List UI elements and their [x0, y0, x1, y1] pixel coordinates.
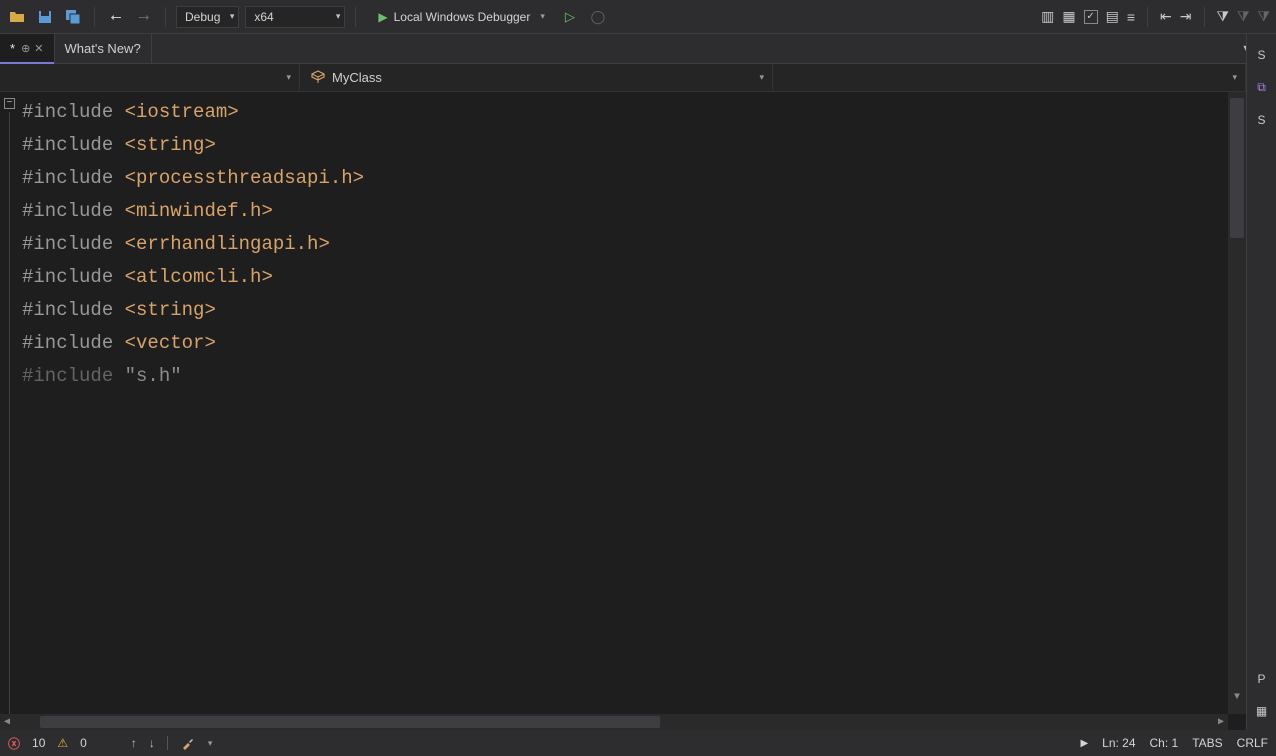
side-rail-item-1[interactable]: S: [1257, 113, 1265, 127]
horizontal-scroll-thumb[interactable]: [40, 716, 660, 728]
fold-collapse-icon[interactable]: −: [4, 98, 15, 109]
scroll-indicator-icon[interactable]: ▶: [1080, 738, 1088, 749]
bookmark-icon[interactable]: ⧩: [1217, 8, 1230, 25]
project-scope-dropdown[interactable]: [0, 64, 300, 91]
solution-config-dropdown[interactable]: Debug: [176, 6, 239, 28]
status-bar: ⓧ 10 ⚠ 0 ↑ ↓ ▾ ▶ Ln: 24 Ch: 1 TABS CRLF: [0, 730, 1276, 756]
save-icon[interactable]: [34, 6, 56, 28]
save-all-icon[interactable]: [62, 6, 84, 28]
code-line[interactable]: #include <vector>: [22, 327, 1246, 360]
error-count[interactable]: 10: [32, 736, 45, 750]
cleanup-chevron-icon[interactable]: ▾: [208, 738, 213, 749]
close-icon[interactable]: ✕: [34, 42, 43, 55]
code-line[interactable]: #include <errhandlingapi.h>: [22, 228, 1246, 261]
document-tab-bar: * ⊕ ✕ What's New? ▾ ⚙: [0, 34, 1276, 64]
warning-count[interactable]: 0: [80, 736, 87, 750]
toolbar-right-group: ▥ ▦ ✓ ▤ ≡ ⇤ ⇥ ⧩ ⧩ ⧩: [1041, 7, 1270, 27]
whats-new-label: What's New?: [65, 41, 141, 56]
code-lines: #include <iostream>#include <string>#inc…: [0, 96, 1246, 393]
chevron-down-icon: ▾: [540, 11, 545, 22]
bookmark-prev-icon[interactable]: ⧩: [1237, 8, 1250, 25]
play-icon: ▶: [378, 10, 387, 24]
code-line[interactable]: #include <iostream>: [22, 96, 1246, 129]
debugger-label: Local Windows Debugger: [394, 10, 531, 24]
open-file-icon[interactable]: [6, 6, 28, 28]
side-rail: S ⧉ S P ▦: [1246, 34, 1276, 730]
side-rail-item-0[interactable]: S: [1257, 48, 1265, 62]
indent-icon[interactable]: ≡: [1127, 9, 1135, 25]
solution-config-value: Debug: [185, 10, 220, 24]
code-editor[interactable]: − #include <iostream>#include <string>#i…: [0, 92, 1246, 730]
class-icon: [310, 70, 326, 86]
nav-down-icon[interactable]: ↓: [149, 736, 155, 750]
whats-new-tab[interactable]: What's New?: [55, 34, 152, 63]
folding-gutter: −: [0, 92, 18, 730]
outdent-icon[interactable]: ⇤: [1160, 8, 1172, 25]
nav-up-icon[interactable]: ↑: [131, 736, 137, 750]
side-rail-item-2[interactable]: P: [1257, 672, 1265, 686]
layout-icon[interactable]: ▦: [1062, 8, 1075, 25]
member-scope-dropdown[interactable]: [773, 64, 1246, 91]
toolbox-icon[interactable]: ▥: [1041, 8, 1054, 25]
start-debugging-button[interactable]: ▶ Local Windows Debugger ▾: [366, 6, 553, 28]
main-toolbar: ⭠ ⭢ Debug x64 ▶ Local Windows Debugger ▾…: [0, 0, 1276, 34]
horizontal-scrollbar[interactable]: ◀ ▶: [0, 714, 1228, 730]
code-line[interactable]: #include <string>: [22, 129, 1246, 162]
platform-dropdown[interactable]: x64: [245, 6, 345, 28]
side-rail-grid-icon[interactable]: ▦: [1256, 704, 1267, 718]
warning-icon[interactable]: ⚠: [57, 736, 68, 750]
toggle-icon[interactable]: ✓: [1084, 10, 1098, 24]
code-line[interactable]: #include "s.h": [22, 360, 1246, 393]
nav-back-icon[interactable]: ⭠: [105, 6, 127, 28]
scroll-right-arrow[interactable]: ▶: [1214, 714, 1228, 730]
indent2-icon[interactable]: ⇥: [1180, 8, 1192, 25]
scroll-left-arrow[interactable]: ◀: [0, 714, 14, 730]
cleanup-icon[interactable]: [180, 735, 196, 751]
type-scope-dropdown[interactable]: MyClass: [300, 64, 773, 91]
line-number-status[interactable]: Ln: 24: [1102, 736, 1135, 750]
stop-icon[interactable]: ◯: [587, 6, 609, 28]
pin-icon[interactable]: ⊕: [21, 42, 30, 55]
code-line[interactable]: #include <string>: [22, 294, 1246, 327]
modified-indicator: *: [10, 41, 15, 56]
line-ending-status[interactable]: CRLF: [1237, 736, 1268, 750]
bookmark-next-icon[interactable]: ⧩: [1258, 8, 1271, 25]
column-number-status[interactable]: Ch: 1: [1150, 736, 1179, 750]
error-icon[interactable]: ⓧ: [8, 735, 20, 752]
platform-value: x64: [254, 10, 273, 24]
code-navigation-bar: MyClass: [0, 64, 1276, 92]
window-icon[interactable]: ▤: [1106, 8, 1119, 25]
type-scope-value: MyClass: [332, 70, 382, 85]
start-without-debug-icon[interactable]: ▷: [559, 6, 581, 28]
code-line[interactable]: #include <minwindef.h>: [22, 195, 1246, 228]
code-line[interactable]: #include <atlcomcli.h>: [22, 261, 1246, 294]
tab-pin-close: ⊕ ✕: [21, 42, 43, 55]
nav-forward-icon[interactable]: ⭢: [133, 6, 155, 28]
code-line[interactable]: #include <processthreadsapi.h>: [22, 162, 1246, 195]
side-rail-vs-icon[interactable]: ⧉: [1257, 80, 1266, 95]
active-file-tab[interactable]: * ⊕ ✕: [0, 34, 55, 63]
fold-guide-line: [9, 112, 10, 730]
indent-mode-status[interactable]: TABS: [1192, 736, 1222, 750]
editor-area: − #include <iostream>#include <string>#i…: [0, 92, 1246, 730]
status-bar-right: ▶ Ln: 24 Ch: 1 TABS CRLF: [1080, 736, 1268, 750]
